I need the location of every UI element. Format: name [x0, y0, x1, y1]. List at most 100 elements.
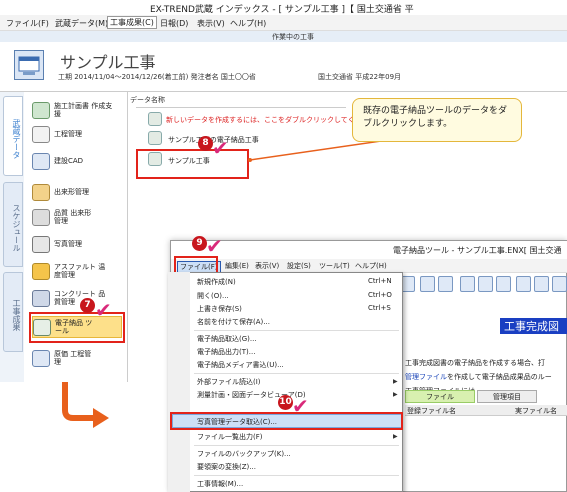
menu-tool[interactable]: ツール(T) — [319, 261, 350, 271]
new-data-icon — [148, 112, 162, 126]
side-item-cad[interactable]: 建設CAD — [32, 151, 122, 173]
export-icon[interactable] — [552, 276, 567, 292]
instruction-callout: 既存の電子納品ツールのデータをダブルクリックします。 — [352, 98, 522, 142]
menu-construction-result[interactable]: 工事成果(C) — [107, 16, 157, 29]
shortcut-open: Ctrl+O — [368, 291, 392, 299]
quality-icon — [32, 209, 50, 226]
step-badge-9: 9 — [192, 236, 207, 251]
truck-icon — [32, 290, 50, 307]
menu-separator — [194, 330, 399, 331]
new-data-hint[interactable]: 新しいデータを作成するには、ここをダブルクリックしてください。 — [166, 115, 383, 125]
document-icon[interactable] — [496, 276, 511, 292]
description-line-2: 管理ファイルを作成して電子納品成果品のルー — [405, 373, 552, 381]
tab-schedule[interactable]: スケジュール — [3, 182, 23, 267]
menu-settings[interactable]: 設定(S) — [287, 261, 311, 271]
description-line-1: 工事完成図書の電子納品を作成する場合、打 — [405, 359, 545, 367]
manage-file-link[interactable]: 管理ファイル — [405, 373, 447, 381]
menu-help[interactable]: ヘルプ(H) — [355, 261, 387, 271]
side-item-schedule[interactable]: 工程管理 — [32, 124, 122, 146]
check-mark-icon: ✔ — [212, 136, 229, 160]
file-table-header: 登録ファイル名 実ファイル名 — [405, 405, 567, 416]
work-bar-label: 作業中の工事 — [272, 33, 314, 41]
menu-item-backup[interactable]: ファイルのバックアップ(K)... — [197, 449, 291, 459]
refresh-icon[interactable] — [516, 276, 531, 292]
menu-file[interactable]: ファイル(F) — [6, 18, 49, 29]
menu-help[interactable]: ヘルプ(H) — [230, 18, 266, 29]
media-icon[interactable] — [534, 276, 549, 292]
menu-item-save[interactable]: 上書き保存(S) — [197, 304, 242, 314]
menu-separator — [194, 475, 399, 476]
excavator-icon — [32, 184, 50, 201]
submenu-arrow-icon: ▶ — [393, 391, 398, 398]
menu-item-external-read[interactable]: 外部ファイル読込(I) — [197, 377, 261, 387]
project-icon — [14, 50, 44, 80]
document-icon — [32, 102, 50, 119]
data-icon — [148, 131, 162, 145]
tab-manage-items[interactable]: 管理項目 — [477, 390, 537, 403]
menu-item-file-list[interactable]: ファイル一覧出力(F) — [197, 432, 263, 442]
title-bar: EX-TREND武蔵 インデックス - [ サンプル工事 ]【 国土交通省 平 — [0, 0, 567, 15]
menu-item-project-info[interactable]: 工事情報(M)... — [197, 479, 243, 489]
header-divider — [136, 107, 346, 108]
menu-separator — [194, 373, 399, 374]
side-item-asphalt[interactable]: アスファルト 温度管理 — [32, 261, 122, 283]
tab-construction-result[interactable]: 工事成果 — [3, 272, 23, 352]
delivery-toolbar — [398, 274, 567, 296]
list-icon[interactable] — [478, 276, 493, 292]
project-title: サンプル工事 — [60, 53, 156, 72]
check-mark-icon: ✔ — [206, 234, 223, 258]
menu-daily[interactable]: 日報(D) — [160, 18, 188, 29]
check-file-icon[interactable] — [438, 276, 453, 292]
menu-item-convert[interactable]: 要領案の変換(Z)... — [197, 462, 256, 472]
col-registered-name: 登録ファイル名 — [407, 407, 456, 415]
menu-view[interactable]: 表示(V) — [255, 261, 279, 271]
menu-musashi-data[interactable]: 武蔵データ(M) — [55, 18, 108, 29]
cad-icon — [32, 153, 50, 170]
file-tab-row: ファイル 管理項目 — [405, 390, 567, 403]
side-item-dekigata[interactable]: 出来形管理 — [32, 182, 122, 204]
menu-item-output[interactable]: 電子納品出力(T)... — [197, 347, 255, 357]
roller-icon — [32, 263, 50, 280]
flow-arrow-icon — [62, 382, 109, 428]
camera-icon — [32, 236, 50, 253]
menu-bar: ファイル(F) 武蔵データ(M) 工事成果(C) 日報(D) 表示(V) ヘルプ… — [0, 15, 567, 31]
data-list-header: データ名称 — [130, 96, 165, 104]
step-badge-8: 8 — [198, 136, 213, 151]
menu-view[interactable]: 表示(V) — [197, 18, 225, 29]
tab-musashi-data[interactable]: 武蔵データ — [3, 96, 23, 176]
delivery-tool-title: 電子納品ツール - サンプル工事.ENX[ 国土交通 — [393, 246, 562, 255]
delivery-tool-title-bar: 電子納品ツール - サンプル工事.ENX[ 国土交通 — [171, 241, 567, 259]
check-mark-icon: ✔ — [292, 394, 309, 418]
menu-separator — [194, 445, 399, 446]
shortcut-new: Ctrl+N — [368, 277, 392, 285]
menu-item-media-write[interactable]: 電子納品メディア書込(U)... — [197, 360, 284, 370]
menu-edit[interactable]: 編集(E) — [225, 261, 249, 271]
cost-chart-icon — [32, 350, 50, 367]
project-period: 工期 2014/11/04〜2014/12/26(着工前) 発注者名 国土〇〇省 — [58, 73, 256, 81]
submenu-arrow-icon: ▶ — [393, 378, 398, 385]
menu-item-save-as[interactable]: 名前を付けて保存(A)... — [197, 317, 270, 327]
side-item-construction-plan[interactable]: 施工計画書 作成支援 — [32, 100, 122, 122]
window-title: EX-TREND武蔵 インデックス - [ サンプル工事 ]【 国土交通省 平 — [150, 5, 414, 15]
highlight-box-photo-import — [170, 412, 403, 430]
work-bar: 作業中の工事 — [0, 31, 567, 42]
col-actual-name: 実ファイル名 — [515, 407, 557, 415]
side-item-cost[interactable]: 原価 工程管理 — [32, 348, 122, 370]
callout-pointer — [248, 139, 389, 162]
tab-file[interactable]: ファイル — [405, 390, 475, 403]
step-badge-7: 7 — [80, 298, 95, 313]
side-item-photo[interactable]: 写真管理 — [32, 234, 122, 256]
project-standard: 国土交通省 平成22年09月 — [318, 73, 402, 81]
menu-icon-gutter — [168, 272, 190, 492]
step-badge-10: 10 — [278, 395, 293, 410]
grid-icon[interactable] — [460, 276, 475, 292]
highlight-box-data-row — [136, 149, 249, 179]
panel-title: 工事完成図 — [500, 318, 567, 334]
menu-item-import[interactable]: 電子納品取込(G)... — [197, 334, 257, 344]
menu-item-open[interactable]: 開く(O)... — [197, 291, 229, 301]
side-item-quality[interactable]: 品質 出来形管理 — [32, 207, 122, 229]
shortcut-save: Ctrl+S — [368, 304, 391, 312]
menu-item-new[interactable]: 新規作成(N) — [197, 277, 236, 287]
tree-view-icon[interactable] — [420, 276, 435, 292]
delivery-tool-menu-bar: ファイル(F) 編集(E) 表示(V) 設定(S) ツール(T) ヘルプ(H) — [171, 259, 567, 273]
